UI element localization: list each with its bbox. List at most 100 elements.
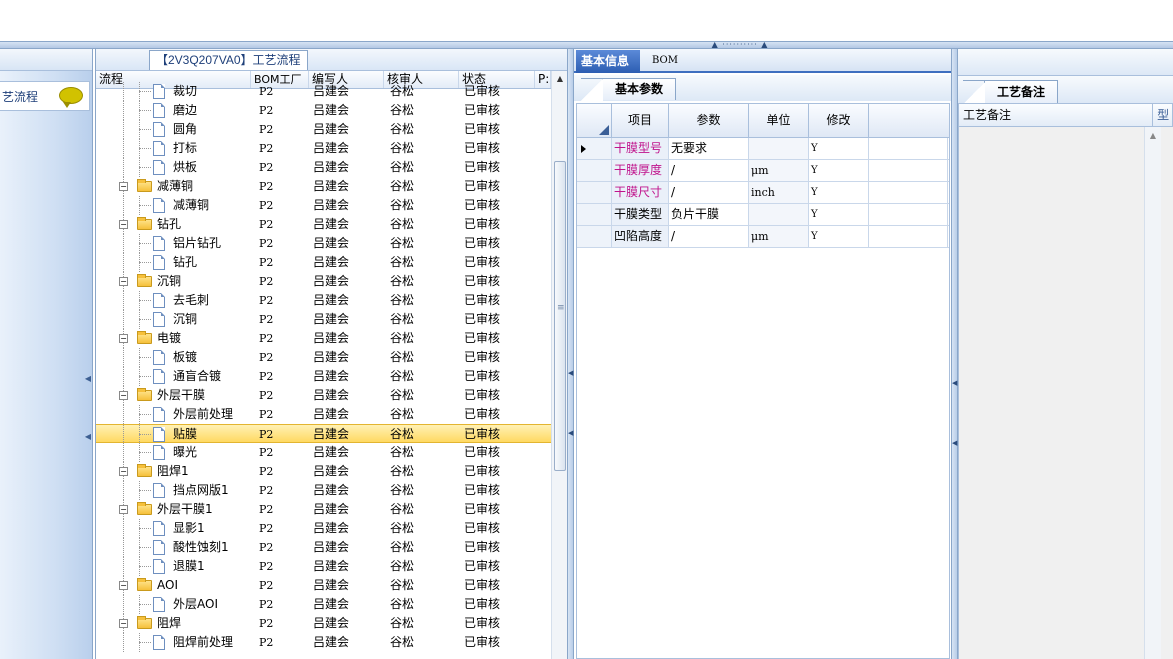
- vertical-splitter-2[interactable]: ◀ ◀: [951, 49, 958, 659]
- param-item-cell[interactable]: 凹陷高度: [612, 226, 669, 247]
- col-header-item[interactable]: 项目: [612, 104, 669, 137]
- row-selector[interactable]: [577, 160, 612, 181]
- collapse-toggle-icon[interactable]: −: [119, 182, 128, 191]
- row-selector[interactable]: [577, 226, 612, 247]
- subtab-basic-params[interactable]: 基本参数: [581, 78, 676, 101]
- table-row[interactable]: 退膜1 P2 吕建会 谷松 已审核: [96, 557, 551, 576]
- table-row[interactable]: 酸性蚀刻1 P2 吕建会 谷松 已审核: [96, 538, 551, 557]
- flow-cell[interactable]: − 沉铜: [96, 272, 251, 291]
- col-header-unit[interactable]: 单位: [749, 104, 809, 137]
- table-row[interactable]: 外层前处理 P2 吕建会 谷松 已审核: [96, 405, 551, 424]
- remarks-scrollbar[interactable]: ▲: [1144, 127, 1161, 659]
- flow-cell[interactable]: 显影1: [96, 519, 251, 538]
- table-row[interactable]: − 阻焊 P2 吕建会 谷松 已审核: [96, 614, 551, 633]
- collapse-toggle-icon[interactable]: −: [119, 391, 128, 400]
- scroll-thumb[interactable]: ≡: [554, 161, 566, 471]
- horizontal-splitter[interactable]: ▲ ·········· ▲: [0, 41, 1173, 49]
- scroll-up-icon-right[interactable]: ▲: [1145, 131, 1161, 140]
- param-value-cell[interactable]: 负片干膜: [669, 204, 749, 225]
- table-row[interactable]: − AOI P2 吕建会 谷松 已审核: [96, 576, 551, 595]
- flow-cell[interactable]: 通盲合镀: [96, 367, 251, 386]
- param-row[interactable]: 干膜厚度 / μm Y: [577, 160, 949, 182]
- flow-cell[interactable]: 退膜1: [96, 557, 251, 576]
- param-unit-cell[interactable]: [749, 138, 809, 159]
- param-item-cell[interactable]: 干膜厚度: [612, 160, 669, 181]
- row-selector[interactable]: [577, 204, 612, 225]
- splitter-arrow-icon[interactable]: ◀: [568, 369, 573, 377]
- splitter-arrow-icon-4[interactable]: ◀: [952, 439, 957, 447]
- flow-cell[interactable]: 挡点网版1: [96, 481, 251, 500]
- row-selector[interactable]: [577, 138, 612, 159]
- table-row[interactable]: 通盲合镀 P2 吕建会 谷松 已审核: [96, 367, 551, 386]
- table-row[interactable]: − 外层干膜 P2 吕建会 谷松 已审核: [96, 386, 551, 405]
- table-row[interactable]: − 沉铜 P2 吕建会 谷松 已审核: [96, 272, 551, 291]
- collapse-toggle-icon[interactable]: −: [119, 581, 128, 590]
- table-row[interactable]: 显影1 P2 吕建会 谷松 已审核: [96, 519, 551, 538]
- table-row[interactable]: 铝片钻孔 P2 吕建会 谷松 已审核: [96, 234, 551, 253]
- param-row[interactable]: 凹陷高度 / μm Y: [577, 226, 949, 248]
- collapse-left-icon-2[interactable]: ◀: [85, 432, 91, 441]
- splitter-arrow-icon-3[interactable]: ◀: [952, 379, 957, 387]
- table-row[interactable]: − 外层干膜1 P2 吕建会 谷松 已审核: [96, 500, 551, 519]
- flow-cell[interactable]: − 外层干膜1: [96, 500, 251, 519]
- param-value-cell[interactable]: /: [669, 226, 749, 247]
- param-modify-cell[interactable]: Y: [809, 226, 869, 247]
- splitter-arrow-icon-2[interactable]: ◀: [568, 429, 573, 437]
- param-unit-cell[interactable]: μm: [749, 160, 809, 181]
- flow-cell[interactable]: 圆角: [96, 120, 251, 139]
- flow-cell[interactable]: 钻孔: [96, 253, 251, 272]
- flow-cell[interactable]: 板镀: [96, 348, 251, 367]
- table-row[interactable]: 钻孔 P2 吕建会 谷松 已审核: [96, 253, 551, 272]
- grid-vertical-scrollbar[interactable]: ▲ ≡: [551, 71, 568, 659]
- table-row[interactable]: 打标 P2 吕建会 谷松 已审核: [96, 139, 551, 158]
- table-row[interactable]: − 钻孔 P2 吕建会 谷松 已审核: [96, 215, 551, 234]
- table-row[interactable]: 贴膜 P2 吕建会 谷松 已审核: [96, 424, 551, 444]
- param-value-cell[interactable]: /: [669, 160, 749, 181]
- remarks-body[interactable]: [958, 127, 1173, 659]
- row-selector[interactable]: [577, 182, 612, 203]
- table-row[interactable]: 圆角 P2 吕建会 谷松 已审核: [96, 120, 551, 139]
- flow-cell[interactable]: − 阻焊: [96, 614, 251, 633]
- table-row[interactable]: 曝光 P2 吕建会 谷松 已审核: [96, 443, 551, 462]
- table-row[interactable]: 外层AOI P2 吕建会 谷松 已审核: [96, 595, 551, 614]
- param-modify-cell[interactable]: Y: [809, 160, 869, 181]
- param-unit-cell[interactable]: inch: [749, 182, 809, 203]
- tab-bom[interactable]: BOM: [652, 55, 678, 66]
- table-row[interactable]: − 电镀 P2 吕建会 谷松 已审核: [96, 329, 551, 348]
- collapse-toggle-icon[interactable]: −: [119, 220, 128, 229]
- param-item-cell[interactable]: 干膜尺寸: [612, 182, 669, 203]
- col-header-type[interactable]: 型: [1153, 104, 1172, 126]
- flow-cell[interactable]: 外层前处理: [96, 405, 251, 424]
- param-modify-cell[interactable]: Y: [809, 204, 869, 225]
- panel-title-tab[interactable]: 【2V3Q207VA0】工艺流程: [149, 50, 308, 70]
- flow-cell[interactable]: 打标: [96, 139, 251, 158]
- col-header-remarks[interactable]: 工艺备注: [959, 104, 1154, 126]
- flow-cell[interactable]: − 减薄铜: [96, 177, 251, 196]
- table-row[interactable]: 裁切 P2 吕建会 谷松 已审核: [96, 82, 551, 101]
- flow-cell[interactable]: 磨边: [96, 101, 251, 120]
- param-item-cell[interactable]: 干膜类型: [612, 204, 669, 225]
- table-row[interactable]: 阻焊前处理 P2 吕建会 谷松 已审核: [96, 633, 551, 652]
- param-unit-cell[interactable]: [749, 204, 809, 225]
- table-row[interactable]: − 减薄铜 P2 吕建会 谷松 已审核: [96, 177, 551, 196]
- flow-cell[interactable]: 阻焊前处理: [96, 633, 251, 652]
- param-unit-cell[interactable]: μm: [749, 226, 809, 247]
- param-value-cell[interactable]: /: [669, 182, 749, 203]
- col-header-modify[interactable]: 修改: [809, 104, 869, 137]
- tab-process-remarks[interactable]: 工艺备注: [963, 80, 1058, 105]
- flow-cell[interactable]: − 阻焊1: [96, 462, 251, 481]
- table-row[interactable]: 烘板 P2 吕建会 谷松 已审核: [96, 158, 551, 177]
- table-row[interactable]: 沉铜 P2 吕建会 谷松 已审核: [96, 310, 551, 329]
- flow-cell[interactable]: 曝光: [96, 443, 251, 462]
- splitter-grip-icon[interactable]: ▲ ·········· ▲: [705, 41, 775, 49]
- table-row[interactable]: 磨边 P2 吕建会 谷松 已审核: [96, 101, 551, 120]
- table-row[interactable]: − 阻焊1 P2 吕建会 谷松 已审核: [96, 462, 551, 481]
- flow-cell[interactable]: 沉铜: [96, 310, 251, 329]
- collapse-toggle-icon[interactable]: −: [119, 467, 128, 476]
- flow-cell[interactable]: − 电镀: [96, 329, 251, 348]
- col-header-param[interactable]: 参数: [669, 104, 749, 137]
- table-row[interactable]: 减薄铜 P2 吕建会 谷松 已审核: [96, 196, 551, 215]
- flow-cell[interactable]: 去毛刺: [96, 291, 251, 310]
- table-row[interactable]: 挡点网版1 P2 吕建会 谷松 已审核: [96, 481, 551, 500]
- row-selector-corner-icon[interactable]: [577, 104, 612, 137]
